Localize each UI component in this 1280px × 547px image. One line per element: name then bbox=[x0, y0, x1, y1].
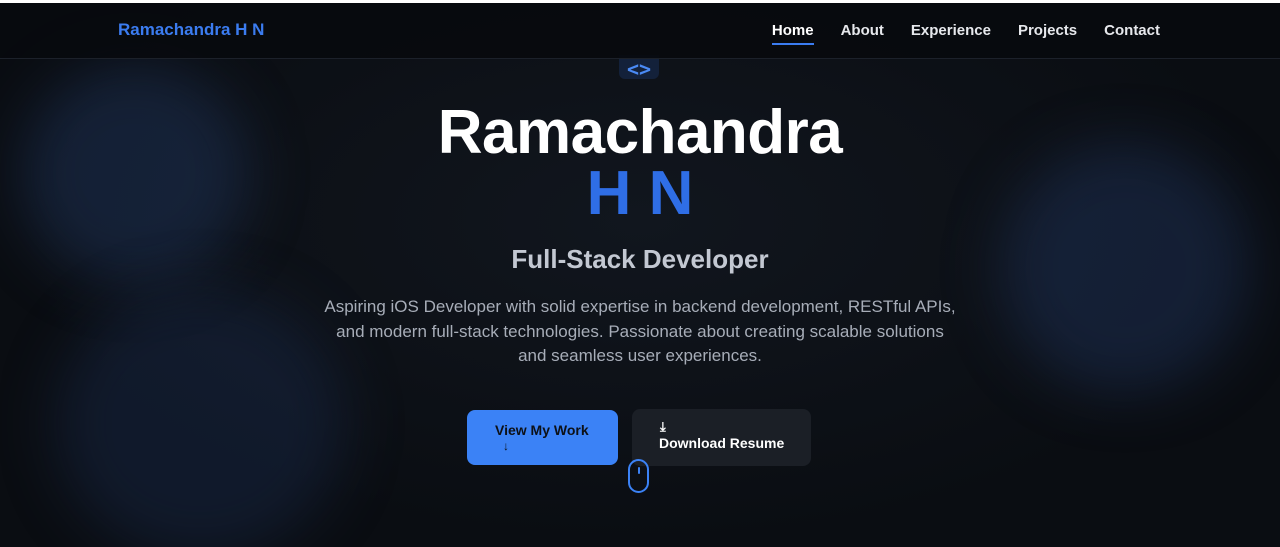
download-resume-button[interactable]: ⤓ Download Resume bbox=[632, 409, 811, 466]
page: Ramachandra H N Home About Experience Pr… bbox=[0, 0, 1280, 547]
hero-name-accent: H N bbox=[586, 159, 694, 228]
brand-logo[interactable]: Ramachandra H N bbox=[118, 20, 264, 40]
mouse-scroll-icon[interactable] bbox=[628, 459, 649, 493]
background-glow bbox=[55, 288, 345, 547]
arrow-down-icon: ↓ bbox=[503, 439, 509, 453]
hero-role: Full-Stack Developer bbox=[511, 244, 769, 274]
download-icon: ⤓ bbox=[660, 419, 666, 434]
navbar: Ramachandra H N Home About Experience Pr… bbox=[0, 3, 1280, 59]
hero-description: Aspiring iOS Developer with solid expert… bbox=[324, 297, 956, 365]
nav-link-projects[interactable]: Projects bbox=[1018, 22, 1077, 45]
nav-links: Home About Experience Projects Contact bbox=[771, 22, 1160, 45]
mouse-wheel bbox=[638, 467, 640, 474]
nav-link-about[interactable]: About bbox=[841, 22, 884, 45]
download-resume-label: Download Resume bbox=[659, 435, 785, 451]
nav-link-contact[interactable]: Contact bbox=[1104, 22, 1160, 45]
nav-link-home[interactable]: Home bbox=[771, 22, 814, 45]
view-my-work-label: View My Work bbox=[495, 422, 589, 438]
view-my-work-button[interactable]: View My Work ↓ bbox=[467, 410, 618, 465]
nav-link-experience[interactable]: Experience bbox=[911, 22, 991, 45]
